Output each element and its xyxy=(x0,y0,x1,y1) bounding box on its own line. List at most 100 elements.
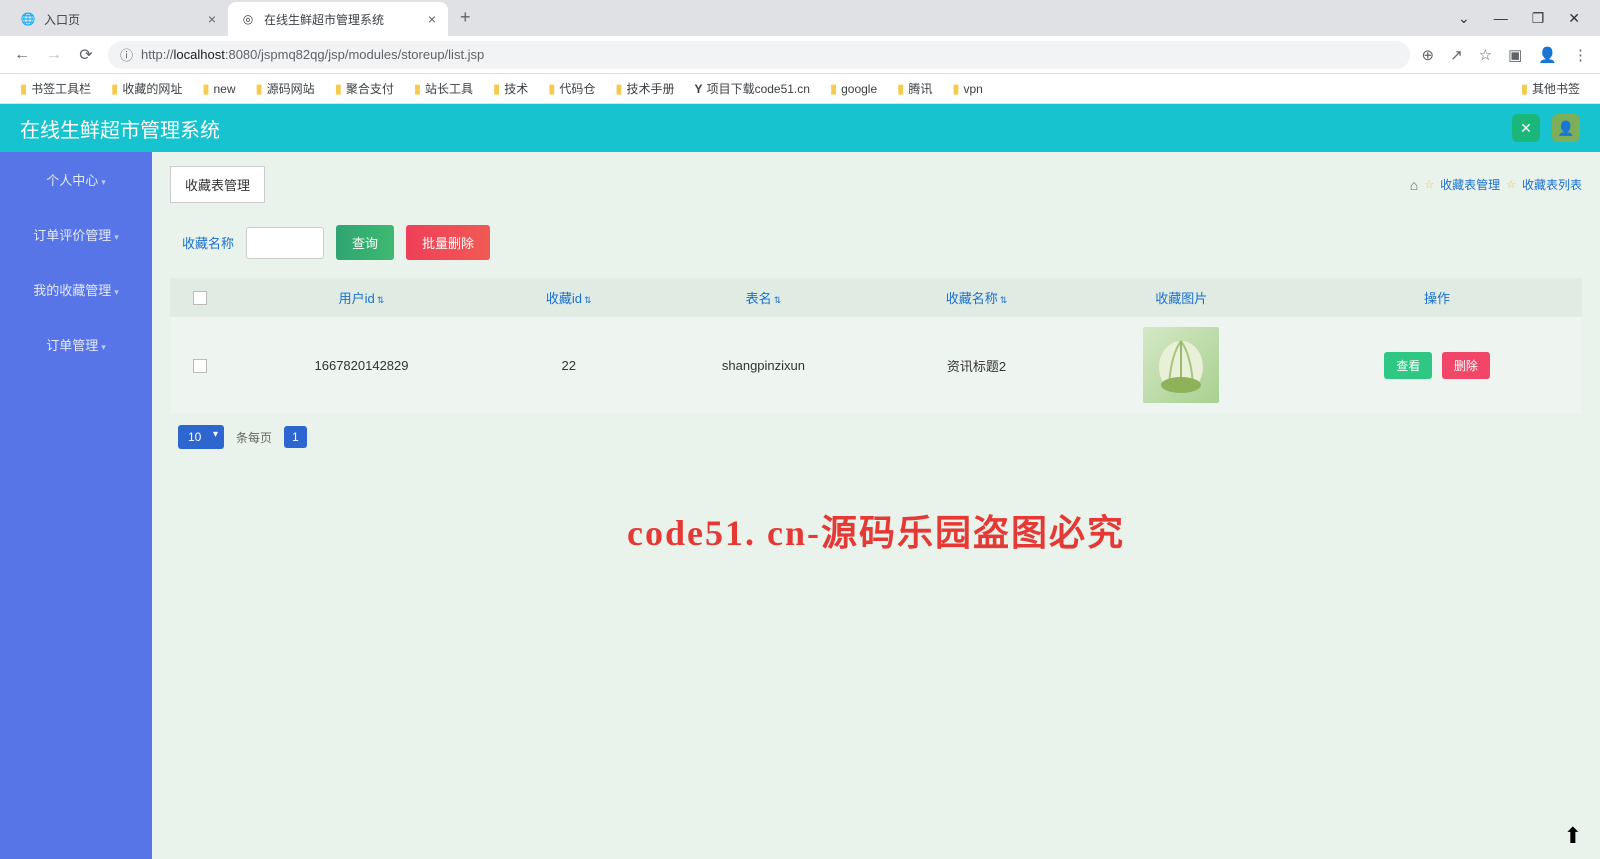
filter-label: 收藏名称 xyxy=(182,233,234,252)
cell-user-id: 1667820142829 xyxy=(230,317,493,413)
bookmark-item[interactable]: ▮new xyxy=(194,77,243,101)
bookmark-item[interactable]: ▮站长工具 xyxy=(406,76,481,101)
tab-title: 在线生鲜超市管理系统 xyxy=(264,11,420,28)
other-bookmarks[interactable]: ▮其他书签 xyxy=(1513,76,1588,101)
cell-fav-name: 资讯标题2 xyxy=(882,317,1070,413)
col-image: 收藏图片 xyxy=(1071,278,1292,317)
reload-button[interactable]: ⟳ xyxy=(76,45,96,65)
manage-button[interactable]: 收藏表管理 xyxy=(170,166,265,203)
menu-icon[interactable]: ⋮ xyxy=(1573,46,1588,64)
search-button[interactable]: 查询 xyxy=(336,225,394,260)
chevron-down-icon: ▾ xyxy=(114,232,119,242)
watermark-text: code51. cn-源码乐园盗图必究 xyxy=(627,504,1125,556)
star-icon: ☆ xyxy=(1424,178,1434,191)
bookmark-item[interactable]: Y项目下载code51.cn xyxy=(687,76,818,101)
url-text: http://localhost:8080/jspmq82qg/jsp/modu… xyxy=(141,47,484,62)
bookmark-item[interactable]: ▮google xyxy=(822,77,885,101)
col-fav-id[interactable]: 收藏id⇅ xyxy=(493,278,645,317)
bookmark-item[interactable]: ▮腾讯 xyxy=(889,76,940,101)
table-row: 1667820142829 22 shangpinzixun 资讯标题2 查看 … xyxy=(170,317,1582,413)
filter-row: 收藏名称 查询 批量删除 xyxy=(170,221,1582,264)
data-table: 用户id⇅ 收藏id⇅ 表名⇅ 收藏名称⇅ 收藏图片 操作 1667820142… xyxy=(170,278,1582,413)
pagination: 10 条每页 1 xyxy=(170,425,1582,449)
col-table-name[interactable]: 表名⇅ xyxy=(645,278,883,317)
bookmark-item[interactable]: ▮书签工具栏 xyxy=(12,76,99,101)
star-icon[interactable]: ☆ xyxy=(1479,46,1492,64)
tab-title: 入口页 xyxy=(44,11,200,28)
close-icon[interactable]: × xyxy=(428,11,436,27)
maximize-icon[interactable]: ❐ xyxy=(1532,10,1545,27)
select-all-checkbox[interactable] xyxy=(193,291,207,305)
per-page-label: 条每页 xyxy=(236,429,272,446)
folder-icon: ▮ xyxy=(414,81,421,97)
folder-icon: ▮ xyxy=(256,81,263,97)
folder-icon: ▮ xyxy=(202,81,209,97)
folder-icon: ▮ xyxy=(615,81,622,97)
bookmark-item[interactable]: ▮vpn xyxy=(944,77,991,101)
browser-tab[interactable]: 🌐 入口页 × xyxy=(8,2,228,36)
breadcrumb-item[interactable]: 收藏表管理 xyxy=(1440,176,1500,193)
folder-icon: ▮ xyxy=(952,81,959,97)
col-actions: 操作 xyxy=(1292,278,1582,317)
share-icon[interactable]: ↗ xyxy=(1450,46,1463,64)
search-icon[interactable]: ⊕ xyxy=(1422,46,1435,64)
sidebar-item-personal[interactable]: 个人中心▾ xyxy=(0,152,152,207)
sort-icon: ⇅ xyxy=(584,295,592,305)
fullscreen-button[interactable]: ✕ xyxy=(1512,114,1540,142)
sidebar-item-review[interactable]: 订单评价管理▾ xyxy=(0,207,152,262)
breadcrumb: ⌂ ☆ 收藏表管理 ☆ 收藏表列表 xyxy=(1410,176,1582,193)
close-icon[interactable]: × xyxy=(208,11,216,27)
star-icon: ☆ xyxy=(1506,178,1516,191)
home-icon[interactable]: ⌂ xyxy=(1410,177,1418,193)
cell-table-name: shangpinzixun xyxy=(645,317,883,413)
delete-button[interactable]: 删除 xyxy=(1442,352,1490,379)
bookmark-item[interactable]: ▮收藏的网址 xyxy=(103,76,190,101)
page-size-select[interactable]: 10 xyxy=(178,425,224,449)
sort-icon: ⇅ xyxy=(377,295,385,305)
row-checkbox[interactable] xyxy=(193,359,207,373)
new-tab-button[interactable]: + xyxy=(448,0,483,36)
window-controls: ⌄ — ❐ ✕ xyxy=(1458,0,1600,36)
col-fav-name[interactable]: 收藏名称⇅ xyxy=(882,278,1070,317)
sort-icon: ⇅ xyxy=(774,295,782,305)
target-icon: ◎ xyxy=(240,11,256,27)
thumbnail-image[interactable] xyxy=(1143,327,1219,403)
user-button[interactable]: 👤 xyxy=(1552,114,1580,142)
minimize-icon[interactable]: — xyxy=(1494,10,1508,26)
browser-tab-bar: 🌐 入口页 × ◎ 在线生鲜超市管理系统 × + ⌄ — ❐ ✕ xyxy=(0,0,1600,36)
bulk-delete-button[interactable]: 批量删除 xyxy=(406,225,490,260)
sort-icon: ⇅ xyxy=(1000,295,1008,305)
url-input[interactable]: ⓘ http://localhost:8080/jspmq82qg/jsp/mo… xyxy=(108,41,1410,69)
favorite-name-input[interactable] xyxy=(246,227,324,259)
app-title: 在线生鲜超市管理系统 xyxy=(20,114,220,143)
sidebar: 个人中心▾ 订单评价管理▾ 我的收藏管理▾ 订单管理▾ xyxy=(0,152,152,859)
extensions-icon[interactable]: ▣ xyxy=(1508,46,1522,64)
bookmark-item[interactable]: ▮聚合支付 xyxy=(327,76,402,101)
page-number[interactable]: 1 xyxy=(284,426,307,448)
upload-icon[interactable]: ⬆ xyxy=(1564,823,1582,849)
site-icon: Y xyxy=(695,82,703,96)
folder-icon: ▮ xyxy=(1521,81,1528,97)
folder-icon: ▮ xyxy=(111,81,118,97)
back-button[interactable]: ← xyxy=(12,46,32,64)
chevron-down-icon: ▾ xyxy=(101,177,106,187)
folder-icon: ▮ xyxy=(897,81,904,97)
bookmark-item[interactable]: ▮代码仓 xyxy=(540,76,603,101)
view-button[interactable]: 查看 xyxy=(1384,352,1432,379)
browser-tab-active[interactable]: ◎ 在线生鲜超市管理系统 × xyxy=(228,2,448,36)
bookmark-item[interactable]: ▮源码网站 xyxy=(248,76,323,101)
col-user-id[interactable]: 用户id⇅ xyxy=(230,278,493,317)
folder-icon: ▮ xyxy=(493,81,500,97)
bookmark-item[interactable]: ▮技术手册 xyxy=(607,76,682,101)
profile-icon[interactable]: 👤 xyxy=(1538,46,1557,64)
chevron-down-icon[interactable]: ⌄ xyxy=(1458,10,1470,27)
sidebar-item-favorites[interactable]: 我的收藏管理▾ xyxy=(0,262,152,317)
bookmark-item[interactable]: ▮技术 xyxy=(485,76,536,101)
close-window-icon[interactable]: ✕ xyxy=(1568,10,1580,27)
forward-button[interactable]: → xyxy=(44,46,64,64)
app-header: 在线生鲜超市管理系统 ✕ 👤 xyxy=(0,104,1600,152)
breadcrumb-item: 收藏表列表 xyxy=(1522,176,1582,193)
folder-icon: ▮ xyxy=(548,81,555,97)
sidebar-item-orders[interactable]: 订单管理▾ xyxy=(0,317,152,372)
main-content: 收藏表管理 ⌂ ☆ 收藏表管理 ☆ 收藏表列表 收藏名称 查询 批量删除 用户i… xyxy=(152,152,1600,859)
